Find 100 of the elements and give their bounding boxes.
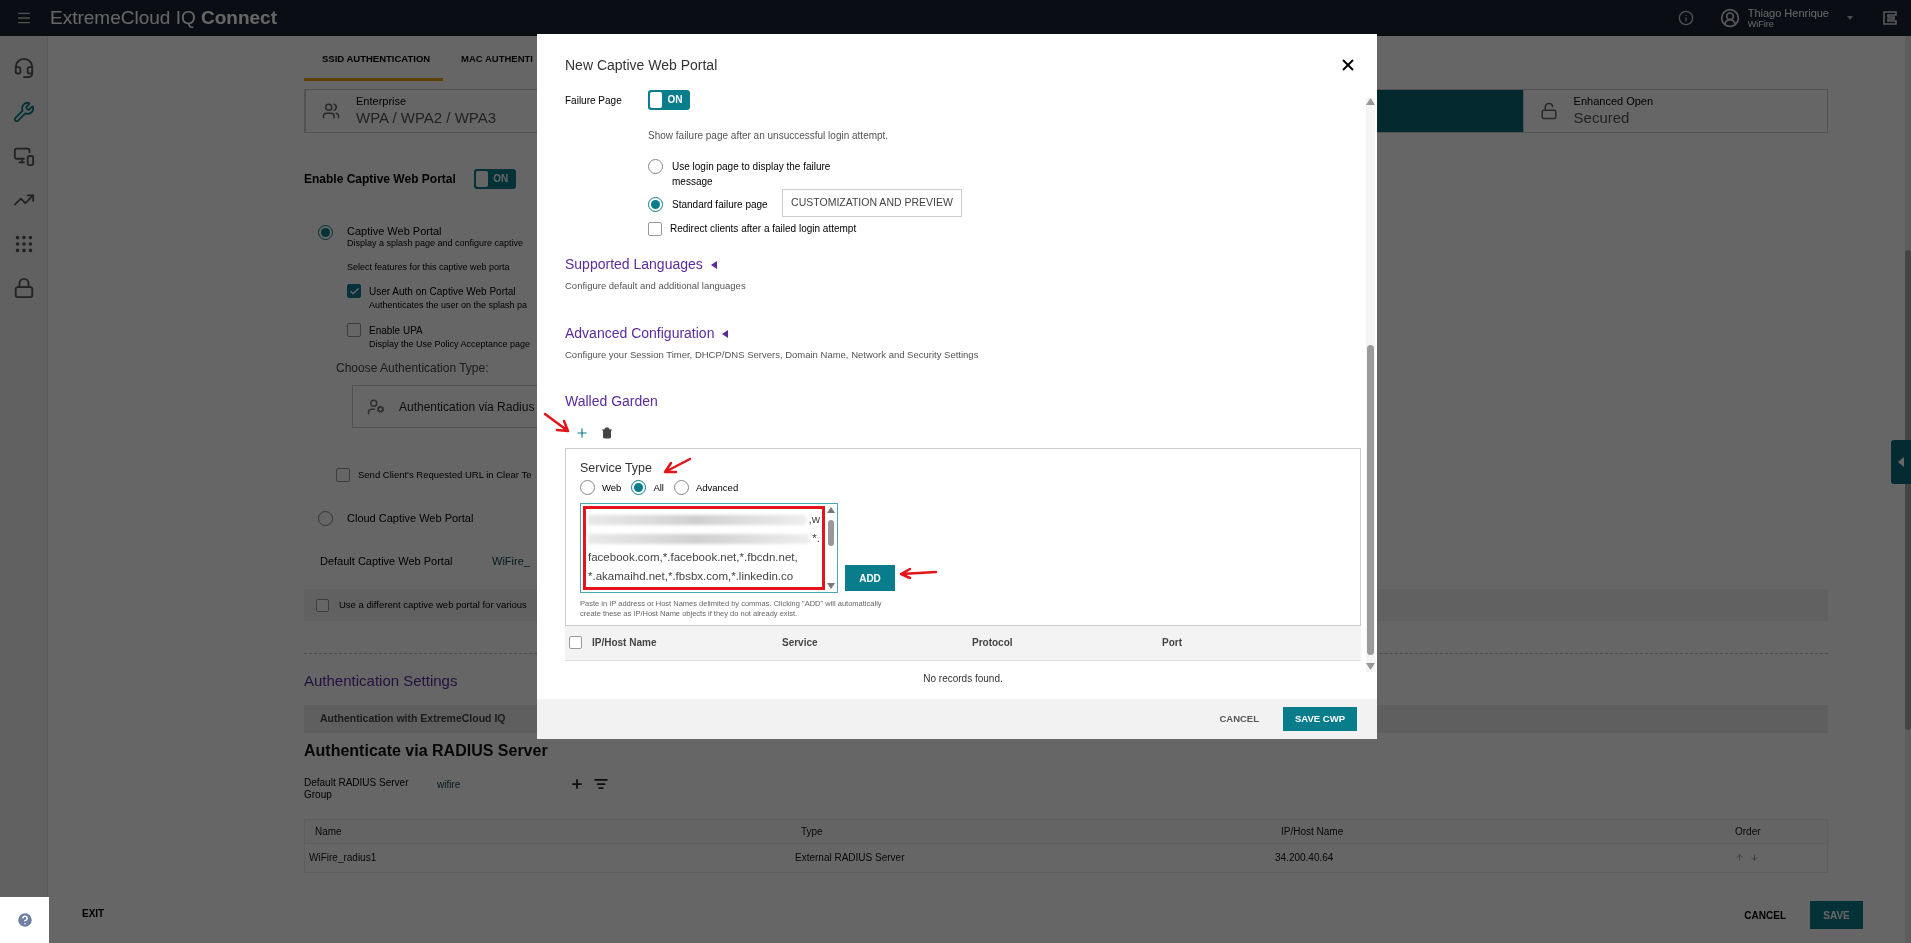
scroll-down-icon[interactable] (1366, 663, 1375, 670)
help-button[interactable] (0, 897, 49, 943)
checkbox-label: User Auth on Captive Web Portal (369, 285, 517, 299)
sidebar-icon[interactable] (12, 57, 35, 79)
side-panel-tab[interactable] (1891, 440, 1911, 484)
card-title: Enterprise (356, 94, 408, 109)
column-header: Port (1162, 636, 1182, 650)
checkbox[interactable] (316, 598, 329, 612)
sidebar-icon[interactable] (12, 145, 35, 167)
menu-icon[interactable] (16, 10, 32, 26)
dialog-title: New Captive Web Portal (565, 55, 718, 75)
scrollbar-thumb[interactable] (1367, 345, 1374, 655)
portal-link[interactable]: WiFire_ (492, 552, 530, 570)
customization-button[interactable]: CUSTOMIZATION AND PREVIEW (782, 189, 962, 217)
checkbox-label: Use a different captive web portal for various (339, 598, 527, 613)
help-icon (15, 911, 34, 929)
checkbox[interactable] (347, 284, 361, 298)
radio-label: Web (602, 480, 622, 495)
cancel-button[interactable]: CANCEL (1744, 907, 1786, 923)
radio-button[interactable] (580, 480, 595, 496)
scroll-up-icon[interactable] (827, 507, 835, 514)
scrollbar[interactable] (825, 506, 837, 591)
column-header: IP/Host Name (592, 636, 657, 650)
card-label: Authentication via Radius (399, 398, 535, 416)
users-icon (322, 102, 340, 120)
add-button[interactable]: ADD (845, 565, 895, 592)
scroll-up-icon[interactable] (1366, 98, 1375, 105)
features-prompt: Select features for this captive web porta (347, 260, 511, 274)
add-icon[interactable] (575, 425, 589, 440)
field-label: Choose Authentication Type: (336, 360, 489, 377)
section-heading[interactable]: Advanced Configuration (565, 323, 715, 345)
arrow-annotation (543, 412, 571, 434)
cancel-button[interactable]: CANCEL (1219, 711, 1259, 727)
bar-title: Authentication with ExtremeCloud IQ (320, 710, 506, 726)
radio-button[interactable] (673, 480, 689, 496)
caret-left-icon[interactable] (710, 260, 717, 269)
radio-label: Advanced (695, 480, 739, 495)
checkbox[interactable] (336, 468, 350, 483)
table-cell-text: External RADIUS Server (795, 851, 905, 866)
exit-button[interactable]: EXIT (82, 906, 105, 921)
card-value: WPA / WPA2 / WPA3 (356, 108, 497, 128)
section-label: Enable Captive Web Portal (304, 171, 456, 188)
card-title: Enhanced Open (1573, 94, 1654, 109)
column-header: Name (315, 824, 342, 839)
arrow-down-icon[interactable] (1750, 853, 1759, 863)
radio-button[interactable] (648, 159, 663, 174)
column-header: Service (782, 636, 818, 650)
host-list-textarea[interactable]: ,w *. facebook.com,*.facebook.net,*.fbcdn.net, *.akamaihd.net,*.fbsbx.com,*.linkedin.co (580, 503, 838, 594)
tab[interactable]: MAC AUTHENTI (443, 36, 551, 81)
checkbox[interactable] (648, 221, 662, 236)
field-label: Service Type (580, 459, 653, 477)
column-header: Order (1735, 824, 1761, 839)
toggle-switch[interactable]: ON (473, 169, 516, 189)
logo-icon (1883, 11, 1897, 25)
field-label: Default RADIUS Server Group (304, 776, 410, 801)
section-heading[interactable]: Supported Languages (565, 254, 703, 275)
app-title: ExtremeCloud IQ Connect (50, 5, 277, 30)
checkbox-label: Redirect clients after a failed login attempt (670, 222, 857, 236)
checkbox-description: Authenticates the user on the splash pa (369, 299, 528, 312)
radio-button[interactable] (631, 480, 647, 496)
table-cell-text: 34.200.40.64 (1275, 851, 1334, 866)
user-gear-icon (367, 397, 385, 416)
caret-left-icon[interactable] (722, 329, 729, 338)
radio-label: Standard failure page (672, 198, 769, 212)
group-link[interactable]: wifire (437, 776, 461, 792)
toggle-switch[interactable]: ON (648, 90, 690, 110)
section-description: Configure default and additional languages (565, 279, 746, 293)
info-icon[interactable] (1677, 10, 1694, 26)
arrow-annotation (662, 456, 692, 475)
sidebar-icon[interactable] (12, 277, 35, 299)
radio-button[interactable] (318, 225, 333, 240)
checkbox[interactable] (569, 636, 582, 649)
card-value: Secured (1573, 108, 1631, 128)
radio-label: All (653, 480, 664, 495)
caret-down-icon[interactable] (1847, 16, 1853, 20)
add-icon[interactable] (570, 776, 585, 791)
save-button[interactable]: SAVE CWP (1283, 707, 1357, 731)
arrow-up-icon[interactable] (1735, 853, 1744, 863)
section-description: Configure your Session Timer, DHCP/DNS Servers, Domain Name, Network and Security Settings (565, 348, 979, 363)
column-header: IP/Host Name (1281, 824, 1344, 839)
radio-label: Use login page to display the failure message (672, 160, 832, 189)
checkbox-description: Display the Use Policy Acceptance page (369, 337, 531, 351)
checkbox-label: Send Client's Requested URL in Clear Te (358, 468, 532, 482)
list-icon[interactable] (592, 776, 611, 791)
checkbox[interactable] (347, 322, 361, 337)
sidebar-icon[interactable] (12, 101, 35, 123)
user-avatar-icon[interactable] (1719, 8, 1740, 28)
arrow-annotation (898, 565, 938, 580)
column-header: Type (801, 824, 823, 839)
option-description: Display a splash page and configure captive (347, 237, 525, 250)
trash-icon[interactable] (601, 426, 613, 439)
tab[interactable]: SSID AUTHENTICATION (304, 36, 443, 81)
option-label: Cloud Captive Web Portal (347, 511, 474, 527)
scrollbar-thumb[interactable] (828, 520, 834, 547)
radio-button[interactable] (318, 511, 333, 526)
save-button[interactable]: SAVE (1810, 901, 1863, 929)
radio-button[interactable] (648, 197, 663, 212)
page-heading: Authenticate via RADIUS Server (304, 740, 548, 761)
lock-icon (1539, 102, 1558, 120)
table-cell-text: WiFire_radius1 (309, 851, 377, 866)
